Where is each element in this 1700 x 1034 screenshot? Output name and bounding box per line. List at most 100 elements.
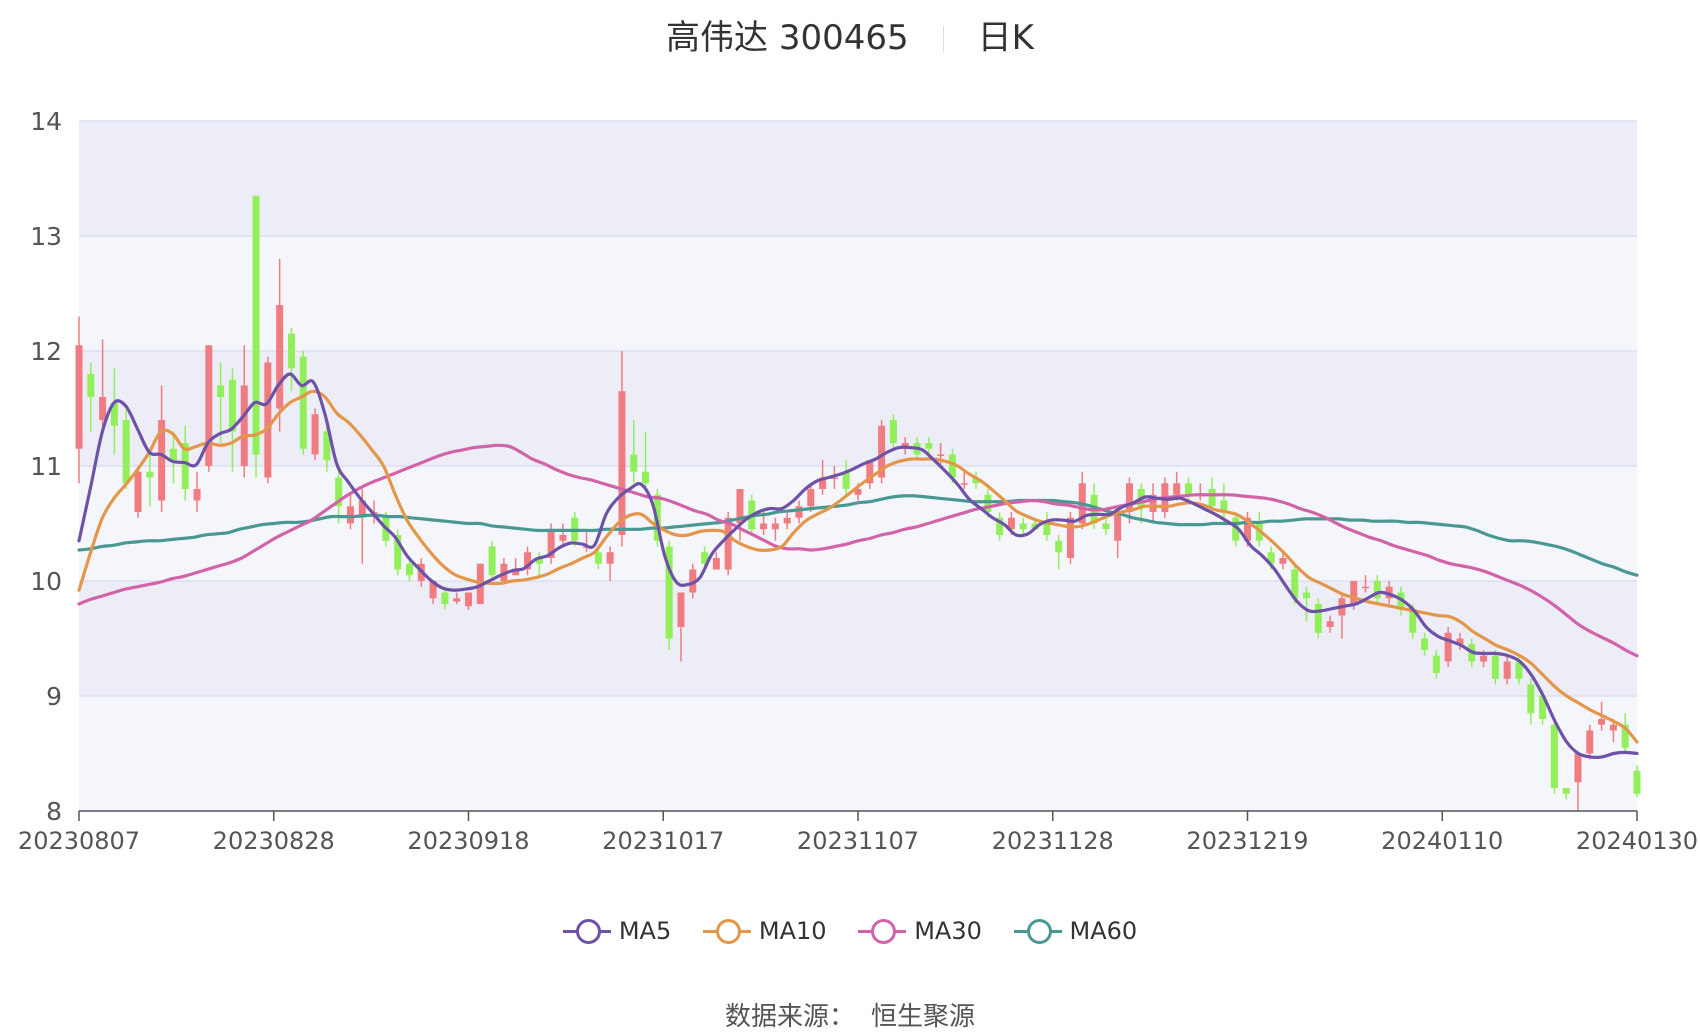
candle-body-32 — [453, 598, 461, 602]
x-tick-label-20231219: 20231219 — [1186, 827, 1308, 855]
candle-body-72 — [925, 443, 933, 449]
candle-body-45 — [606, 552, 614, 564]
candle-body-87 — [1102, 523, 1110, 530]
candle-body-54 — [712, 558, 720, 570]
candle-body-48 — [642, 471, 650, 484]
candle-body-77 — [984, 494, 992, 512]
legend-label-ma10: MA10 — [758, 917, 827, 945]
candle-body-8 — [169, 448, 177, 461]
candle-body-127 — [1574, 753, 1582, 783]
candle-body-94 — [1184, 483, 1192, 495]
candle-body-129 — [1598, 719, 1606, 725]
candle-body-104 — [1303, 592, 1311, 599]
candle-body-89 — [1125, 483, 1133, 512]
candle-body-44 — [594, 552, 602, 564]
candle-body-12 — [217, 385, 225, 397]
candle-body-33 — [465, 592, 472, 607]
candle-body-2 — [99, 397, 107, 420]
candle-body-102 — [1279, 558, 1287, 564]
candle-body-120 — [1491, 655, 1499, 679]
x-tick-label-20240130: 20240130 — [1576, 827, 1698, 855]
plot-band-4 — [79, 236, 1637, 351]
candle-body-51 — [677, 592, 685, 627]
x-tick-label-20230807: 20230807 — [18, 827, 140, 855]
legend-marker-ma30 — [858, 918, 907, 944]
data-source: 数据来源： 恒生聚源 — [0, 996, 1700, 1033]
candle-body-116 — [1444, 632, 1452, 662]
candle-body-132 — [1633, 770, 1641, 794]
candle-body-59 — [771, 523, 779, 530]
candle-body-62 — [807, 489, 815, 507]
y-tick-label-13: 13 — [30, 222, 62, 251]
candle-body-88 — [1114, 512, 1122, 541]
candle-body-108 — [1350, 581, 1358, 604]
legend-label-ma60: MA60 — [1069, 917, 1138, 945]
legend-item-ma10[interactable]: MA10 — [702, 916, 827, 945]
x-tick-label-20240110: 20240110 — [1381, 827, 1503, 855]
candle-body-73 — [937, 454, 945, 456]
candle-body-6 — [146, 471, 154, 478]
y-tick-label-12: 12 — [30, 337, 62, 366]
candle-body-15 — [252, 195, 260, 455]
candle-body-69 — [889, 420, 897, 443]
candle-body-126 — [1562, 788, 1570, 794]
candle-body-75 — [960, 483, 968, 485]
candle-body-16 — [264, 362, 272, 478]
legend-label-ma30: MA30 — [914, 917, 982, 945]
candle-body-20 — [311, 414, 319, 455]
candle-body-1 — [87, 374, 95, 397]
x-tick-label-20230918: 20230918 — [407, 827, 529, 855]
candle-body-0 — [75, 345, 83, 449]
candle-body-4 — [122, 420, 130, 484]
x-tick-label-20231017: 20231017 — [602, 827, 724, 855]
candle-body-58 — [760, 523, 768, 530]
y-tick-label-14: 14 — [30, 107, 62, 136]
candle-body-82 — [1043, 523, 1051, 535]
legend-marker-ma60 — [1013, 918, 1062, 944]
candle-body-96 — [1208, 489, 1216, 507]
data-source-label: 数据来源： — [724, 1002, 855, 1032]
candle-body-23 — [346, 506, 354, 524]
legend-item-ma5[interactable]: MA5 — [562, 916, 672, 945]
candle-body-123 — [1527, 684, 1535, 714]
plot-band-5 — [79, 121, 1637, 236]
y-tick-label-9: 9 — [46, 682, 62, 711]
candle-body-5 — [134, 471, 142, 512]
y-tick-label-11: 11 — [30, 452, 62, 481]
candle-body-55 — [724, 517, 732, 570]
legend-item-ma60[interactable]: MA60 — [1013, 916, 1138, 945]
candle-body-47 — [630, 454, 638, 472]
candle-body-14 — [240, 385, 248, 466]
candle-body-114 — [1421, 638, 1429, 650]
kline-chart: 8 9 10 11 12 13 14 20230807 20230828 20230918 2023… — [18, 107, 1698, 855]
candle-body-60 — [783, 517, 791, 524]
candle-body-35 — [488, 546, 496, 576]
candle-body-17 — [276, 305, 284, 409]
candle-body-105 — [1314, 604, 1322, 633]
candle-body-28 — [405, 563, 413, 576]
candle-body-109 — [1362, 586, 1370, 589]
x-tick-label-20231107: 20231107 — [797, 827, 919, 855]
candle-body-46 — [618, 391, 626, 535]
legend-label-ma5: MA5 — [618, 917, 672, 945]
y-tick-label-8: 8 — [46, 797, 62, 826]
candle-body-18 — [287, 333, 295, 369]
candle-body-121 — [1503, 661, 1511, 679]
candle-body-130 — [1609, 724, 1617, 731]
candle-body-125 — [1550, 724, 1558, 788]
x-tick-label-20230828: 20230828 — [213, 827, 335, 855]
candle-body-41 — [559, 535, 567, 541]
candle-body-61 — [795, 506, 803, 518]
candle-body-119 — [1480, 655, 1488, 662]
candle-body-83 — [1055, 540, 1063, 553]
legend-marker-ma10 — [702, 918, 751, 944]
candle-body-31 — [441, 592, 449, 604]
candle-body-84 — [1066, 517, 1074, 558]
legend-item-ma30[interactable]: MA30 — [858, 916, 982, 945]
candle-body-106 — [1326, 621, 1334, 627]
candle-body-19 — [299, 356, 307, 449]
candle-body-115 — [1432, 655, 1440, 673]
candle-body-128 — [1586, 730, 1594, 754]
legend-marker-ma5 — [562, 918, 611, 944]
x-tick-label-20231128: 20231128 — [992, 827, 1114, 855]
